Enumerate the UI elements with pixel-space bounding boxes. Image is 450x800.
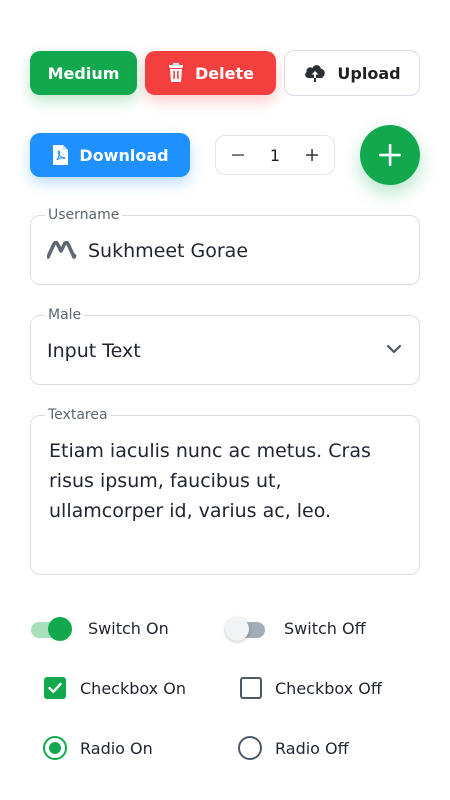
radio-dot	[49, 742, 61, 754]
plus-icon[interactable]	[302, 145, 322, 165]
delete-button-label: Delete	[195, 63, 254, 83]
medium-button-label: Medium	[47, 63, 120, 83]
textarea-label: Textarea	[45, 407, 111, 423]
medium-button[interactable]: Medium	[30, 51, 137, 95]
checkbox-on[interactable]	[44, 677, 66, 699]
checkbox-on-label: Checkbox On	[80, 679, 186, 698]
select-value: Input Text	[47, 340, 141, 362]
textarea-value: Etiam iaculis nunc ac metus. Cras risus …	[49, 440, 371, 522]
username-field[interactable]: Username Sukhmeet Gorae	[30, 207, 420, 285]
download-button-label: Download	[79, 145, 169, 165]
cloud-upload-icon	[303, 63, 327, 83]
username-value: Sukhmeet Gorae	[88, 240, 249, 262]
pdf-file-icon	[51, 144, 69, 166]
checkbox-off-label: Checkbox Off	[275, 679, 382, 698]
radio-on[interactable]	[43, 736, 67, 760]
delete-button[interactable]: Delete	[145, 51, 276, 95]
switch-off-label: Switch Off	[284, 619, 366, 638]
radio-off[interactable]	[238, 736, 262, 760]
upload-button[interactable]: Upload	[284, 50, 420, 96]
switch-on-toggle[interactable]	[29, 616, 73, 641]
trash-icon	[167, 63, 185, 83]
download-button[interactable]: Download	[30, 133, 190, 177]
stepper-value: 1	[269, 145, 281, 165]
plus-icon	[379, 144, 401, 166]
username-label: Username	[45, 207, 123, 223]
textarea-field[interactable]: Textarea Etiam iaculis nunc ac metus. Cr…	[30, 407, 420, 575]
gender-select[interactable]: Male Input Text	[30, 307, 420, 385]
checkbox-off[interactable]	[240, 677, 262, 699]
switch-on-label: Switch On	[88, 619, 169, 638]
radio-off-label: Radio Off	[275, 739, 349, 758]
minus-icon[interactable]	[228, 145, 248, 165]
check-icon	[48, 682, 62, 693]
radio-on-label: Radio On	[80, 739, 153, 758]
chevron-down-icon	[386, 344, 402, 354]
quantity-stepper[interactable]: 1	[215, 135, 335, 175]
brand-logo-icon	[47, 241, 77, 259]
add-fab-button[interactable]	[360, 125, 420, 185]
select-label: Male	[45, 307, 85, 323]
switch-off-toggle[interactable]	[225, 616, 269, 641]
upload-button-label: Upload	[337, 63, 401, 83]
